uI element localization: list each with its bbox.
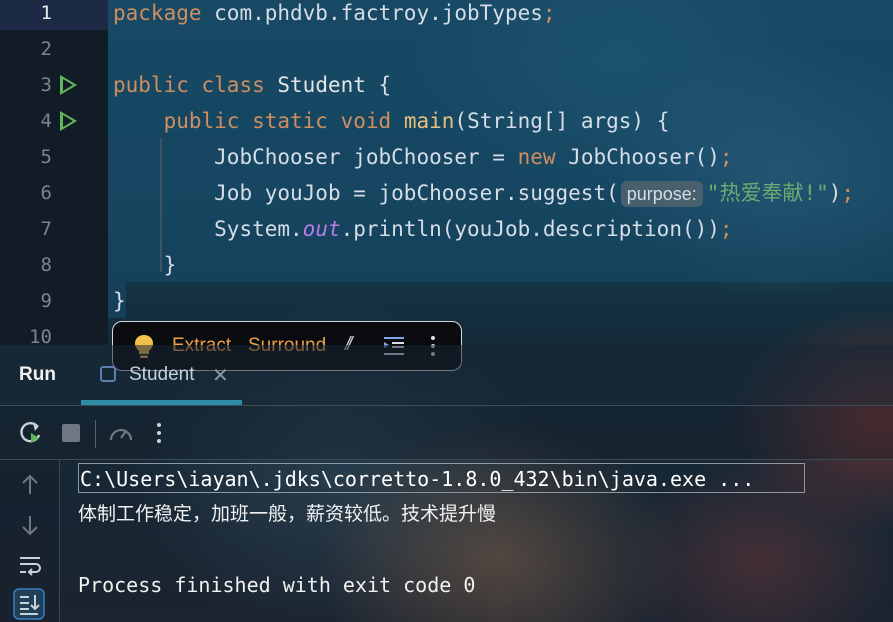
line-number: 1: [40, 2, 52, 24]
run-class-icon[interactable]: [60, 75, 77, 95]
parameter-hint: purpose:: [620, 181, 703, 207]
line-number: 9: [40, 290, 52, 312]
run-config-icon: [100, 366, 116, 382]
more-options-icon[interactable]: [146, 420, 172, 446]
code-text: ): [828, 181, 842, 205]
semicolon: ;: [719, 145, 733, 169]
code-line-8: }: [113, 253, 177, 277]
code-line-5: JobChooser jobChooser = new JobChooser()…: [113, 139, 733, 175]
keyword: void: [340, 109, 392, 133]
code-text: JobChooser(): [555, 145, 720, 169]
line-number: 7: [40, 218, 52, 240]
tool-window-title[interactable]: Run: [19, 364, 56, 386]
code-text: JobChooser jobChooser =: [214, 145, 518, 169]
console-side-toolbar: [0, 460, 60, 622]
keyword: public: [163, 109, 240, 133]
code-editor[interactable]: 1 2 3 4 5 6 7 8 9 10 package com.phdvb.f…: [0, 0, 893, 348]
close-tab-icon[interactable]: ✕: [212, 363, 229, 388]
semicolon: ;: [841, 181, 855, 205]
line-number: 6: [40, 182, 52, 204]
stop-icon[interactable]: [58, 420, 84, 446]
command-line[interactable]: C:\Users\iayan\.jdks\corretto-1.8.0_432\…: [78, 463, 805, 493]
keyword: static: [252, 109, 328, 133]
line-number: 3: [40, 74, 52, 96]
line-number: 5: [40, 146, 52, 168]
arrow-up-icon[interactable]: [17, 472, 43, 498]
code-text: System.: [214, 217, 303, 241]
keyword: package: [113, 1, 202, 25]
line-number: 8: [40, 254, 52, 276]
toolbar-separator: [95, 420, 96, 448]
class-name: Student: [277, 73, 366, 97]
code-line-6: Job youJob = jobChooser.suggest(purpose:…: [113, 175, 854, 211]
static-field: out: [302, 217, 341, 241]
semicolon: ;: [719, 217, 733, 241]
program-output-line: 体制工作稳定，加班一般，薪资较低。技术提升慢: [78, 503, 497, 525]
line-number: 2: [40, 38, 52, 60]
keyword: public: [113, 73, 189, 97]
code-line-9: }: [113, 289, 126, 313]
semicolon: ;: [542, 1, 556, 25]
params: (String[] args) {: [454, 109, 670, 133]
code-text: .println(youJob.description()): [340, 217, 720, 241]
code-text: Job youJob = jobChooser.suggest(: [214, 181, 619, 205]
scroll-to-end-icon[interactable]: [13, 588, 45, 620]
code-line-4: public static void main(String[] args) {: [113, 103, 670, 139]
rerun-icon[interactable]: [18, 420, 44, 446]
run-tool-window: Run Student ✕ C:\Users\iayan\.jdks\corre…: [0, 345, 893, 622]
method-name: main: [403, 109, 455, 133]
run-main-icon[interactable]: [60, 111, 77, 131]
brace: {: [365, 73, 392, 97]
package-name: com.phdvb.factroy.jobTypes: [201, 1, 543, 25]
console-output[interactable]: C:\Users\iayan\.jdks\corretto-1.8.0_432\…: [78, 460, 893, 622]
code-line-3: public class Student {: [113, 67, 391, 103]
tab-label[interactable]: Student: [129, 364, 195, 386]
arrow-down-icon[interactable]: [17, 512, 43, 538]
code-line-7: System.out.println(youJob.description())…: [113, 211, 733, 247]
keyword: class: [201, 73, 265, 97]
string-literal: "热爱奉献!": [706, 181, 829, 205]
run-toolbar: [0, 405, 893, 460]
line-number: 4: [40, 110, 52, 132]
exit-status-line: Process finished with exit code 0: [78, 573, 476, 597]
soft-wrap-icon[interactable]: [17, 552, 43, 578]
profiler-icon[interactable]: [108, 420, 134, 446]
keyword: new: [517, 145, 556, 169]
code-line-1: package com.phdvb.factroy.jobTypes;: [113, 0, 556, 31]
